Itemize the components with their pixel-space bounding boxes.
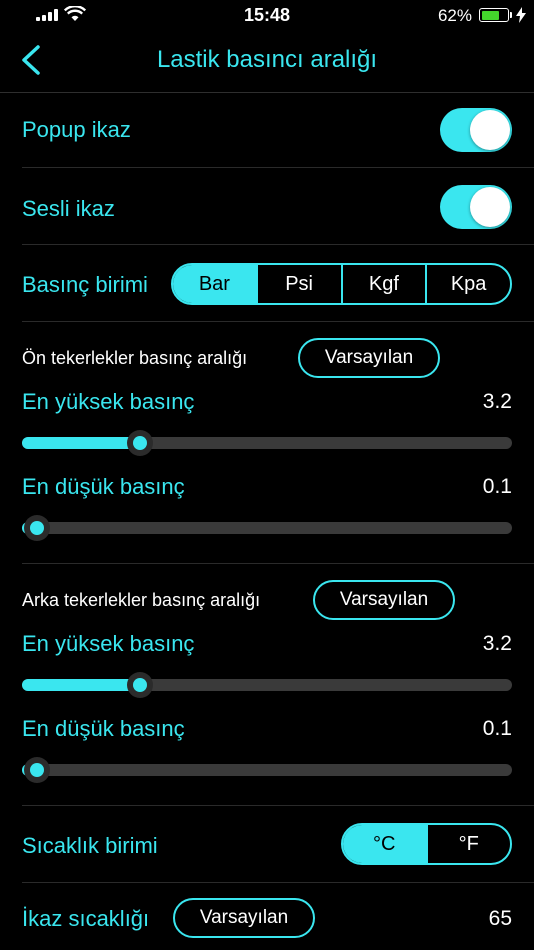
popup-alert-label: Popup ikaz [22, 117, 131, 142]
front-high-slider[interactable] [22, 430, 512, 456]
rear-low-slider[interactable] [22, 757, 512, 783]
popup-alert-row: Popup ikaz [0, 93, 534, 167]
rear-low-value: 0.1 [482, 717, 512, 740]
slider-thumb[interactable] [127, 430, 153, 456]
rear-default-button[interactable]: Varsayılan [313, 580, 455, 620]
rear-high-label: En yüksek basınç [22, 631, 195, 656]
pressure-unit-row: Basınç birimi Bar Psi Kgf Kpa [0, 245, 534, 321]
battery-icon [479, 8, 515, 22]
pressure-unit-psi[interactable]: Psi [255, 265, 341, 303]
alert-temp-default-button[interactable]: Varsayılan [173, 898, 315, 938]
divider [22, 563, 534, 564]
rear-high-slider[interactable] [22, 672, 512, 698]
front-default-button[interactable]: Varsayılan [298, 338, 440, 378]
front-low-value: 0.1 [482, 475, 512, 498]
battery-percentage: 62% [437, 6, 472, 25]
temp-unit-label: Sıcaklık birimi [22, 833, 158, 858]
front-low-slider[interactable] [22, 515, 512, 541]
page-title: Lastik basıncı aralığı [156, 46, 378, 73]
rear-low-label: En düşük basınç [22, 716, 185, 741]
rear-range-title: Arka tekerlekler basınç aralığı [22, 590, 261, 610]
pressure-unit-selector: Bar Psi Kgf Kpa [171, 263, 512, 305]
rear-high-value: 3.2 [482, 632, 512, 655]
front-low-label: En düşük basınç [22, 474, 185, 499]
temp-unit-celsius[interactable]: °C [343, 825, 426, 863]
front-high-label: En yüksek basınç [22, 389, 195, 414]
divider [22, 321, 534, 322]
sound-alert-label: Sesli ikaz [22, 196, 115, 221]
pressure-unit-kpa[interactable]: Kpa [425, 265, 510, 303]
charging-bolt-icon [516, 7, 526, 23]
alert-temp-label: İkaz sıcaklığı [22, 906, 150, 931]
front-high-value: 3.2 [482, 390, 512, 413]
alert-temp-value: 65 [488, 907, 512, 930]
pressure-unit-label: Basınç birimi [22, 272, 148, 297]
sound-alert-toggle[interactable] [440, 185, 512, 229]
slider-thumb[interactable] [127, 672, 153, 698]
front-range-title: Ön tekerlekler basınç aralığı [22, 348, 248, 368]
status-bar: 15:48 62% [0, 0, 534, 30]
popup-alert-toggle[interactable] [440, 108, 512, 152]
pressure-unit-bar[interactable]: Bar [173, 265, 256, 303]
temp-unit-fahrenheit[interactable]: °F [425, 825, 511, 863]
divider [22, 882, 534, 883]
slider-thumb[interactable] [24, 757, 50, 783]
temp-unit-selector: °C °F [341, 823, 512, 865]
sound-alert-row: Sesli ikaz [0, 168, 534, 244]
temp-unit-row: Sıcaklık birimi °C °F [0, 806, 534, 882]
slider-thumb[interactable] [24, 515, 50, 541]
nav-bar: Lastik basıncı aralığı [0, 30, 534, 93]
pressure-unit-kgf[interactable]: Kgf [340, 265, 426, 303]
